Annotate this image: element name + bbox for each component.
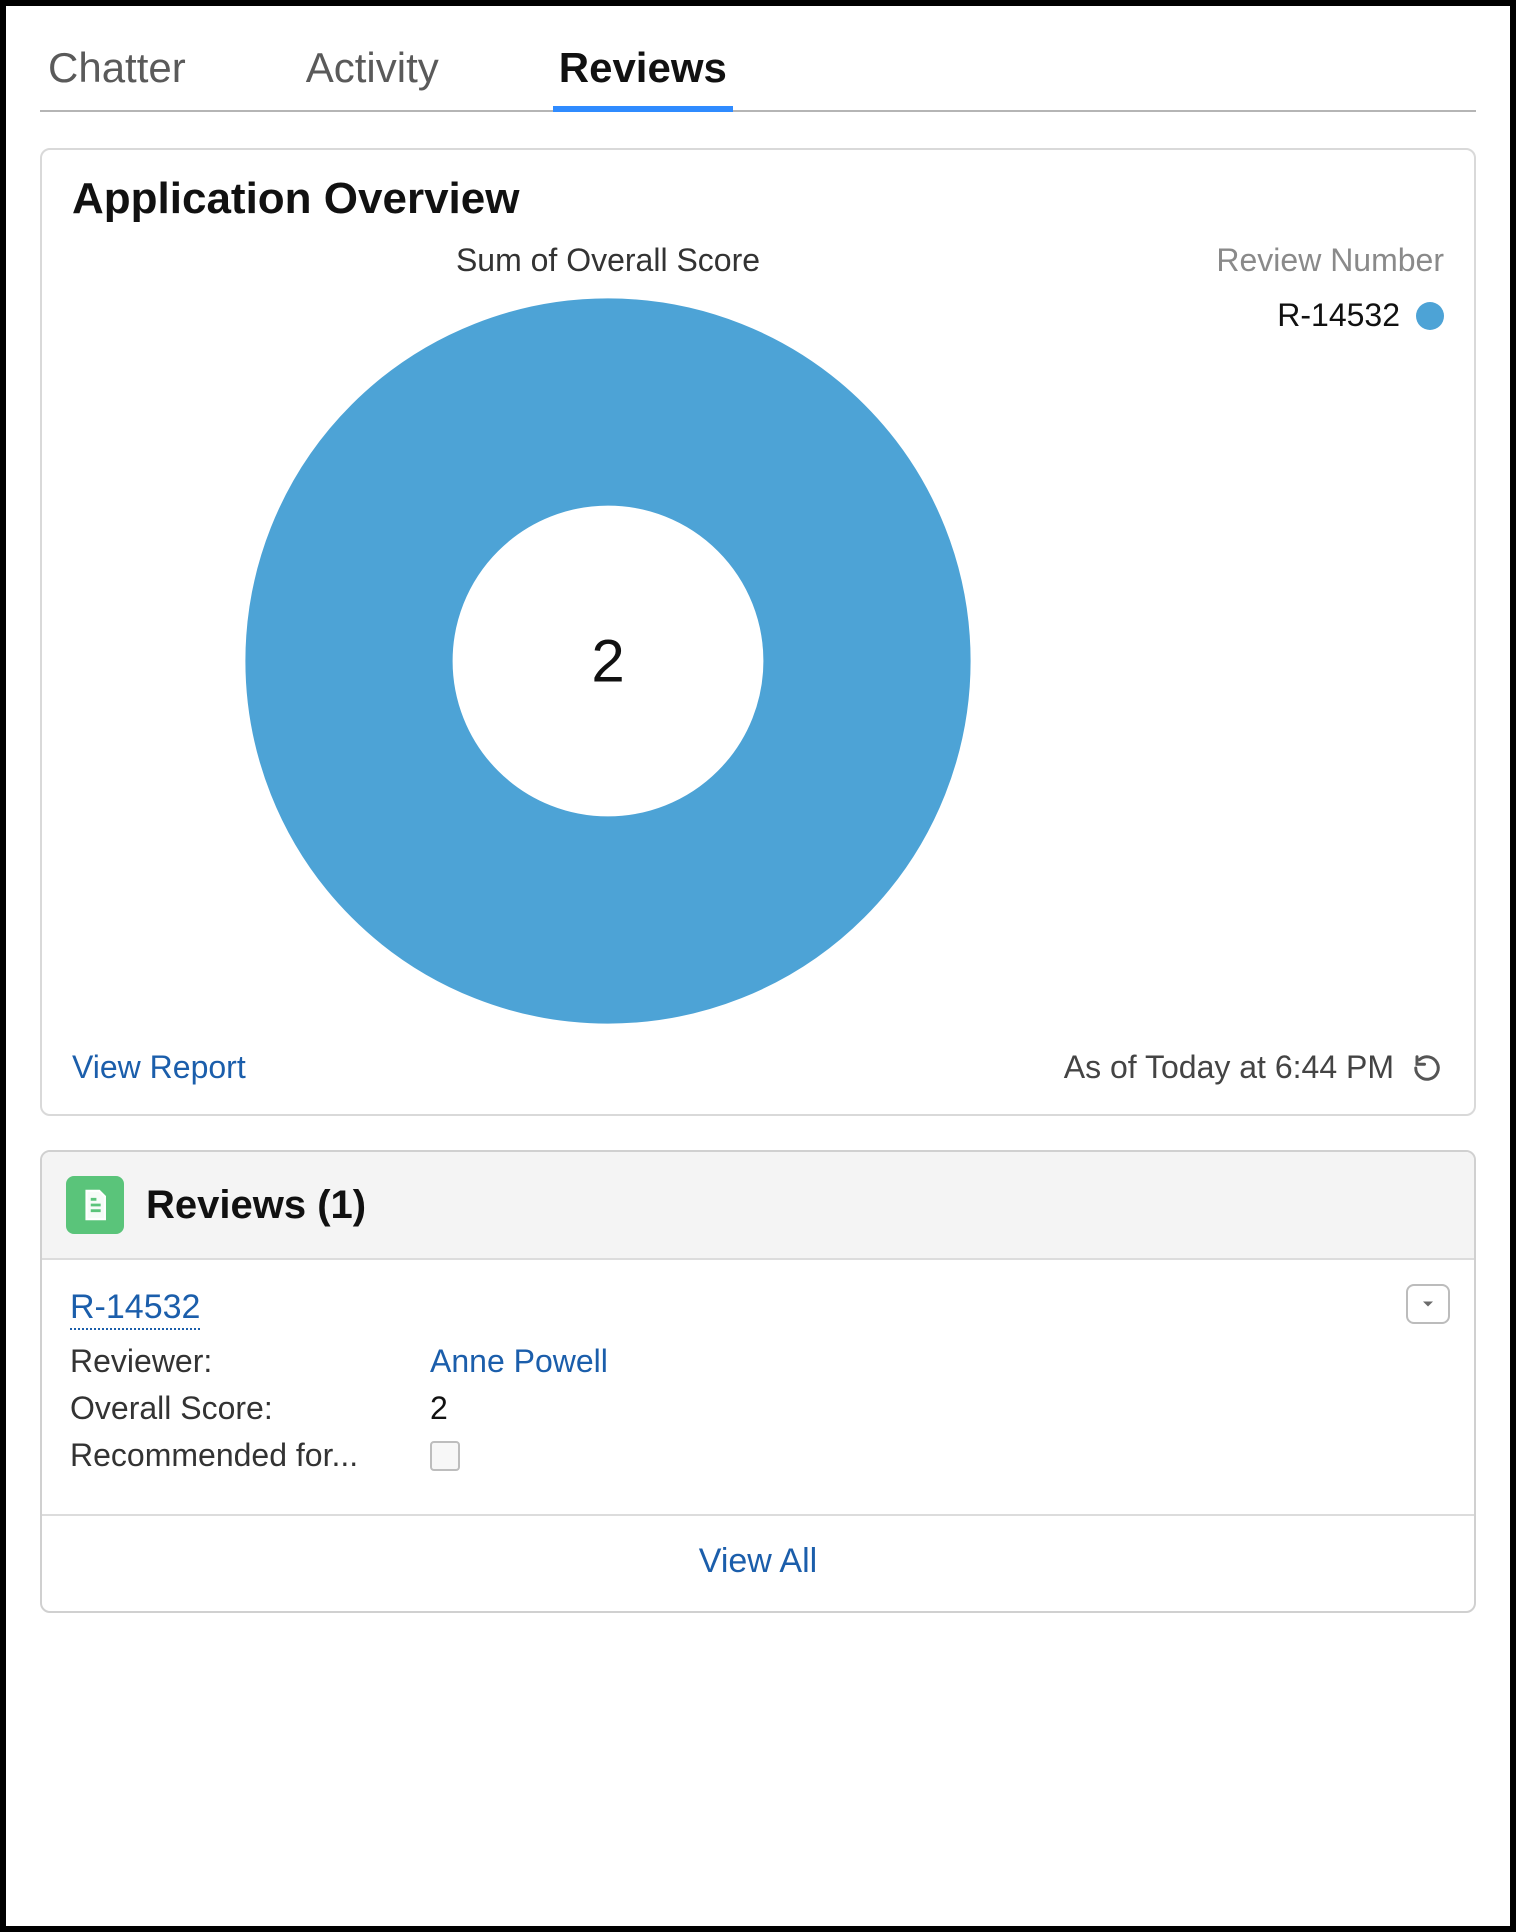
chart-label: Sum of Overall Score [72, 242, 1144, 279]
tab-bar: Chatter Activity Reviews [40, 34, 1476, 112]
related-header: Reviews (1) [42, 1152, 1474, 1260]
donut-chart[interactable]: 2 [238, 291, 978, 1031]
tab-chatter[interactable]: Chatter [48, 34, 186, 110]
field-label-score: Overall Score: [70, 1390, 430, 1427]
reviewer-link[interactable]: Anne Powell [430, 1343, 608, 1380]
field-list: Reviewer: Anne Powell Overall Score: 2 R… [70, 1343, 1446, 1474]
field-reviewer: Reviewer: Anne Powell [70, 1343, 1446, 1380]
application-overview-card: Application Overview Sum of Overall Scor… [40, 148, 1476, 1116]
related-footer: View All [42, 1516, 1474, 1611]
tab-reviews[interactable]: Reviews [559, 34, 727, 110]
reviews-icon [66, 1176, 124, 1234]
related-body: R-14532 Reviewer: Anne Powell Overall Sc… [42, 1260, 1474, 1516]
card-footer: View Report As of Today at 6:44 PM [72, 1049, 1444, 1086]
reviews-related-list: Reviews (1) R-14532 Reviewer: Anne Powel… [40, 1150, 1476, 1613]
view-all-link[interactable]: View All [699, 1542, 817, 1580]
chart-area: Sum of Overall Score 2 Review Number R-1… [72, 242, 1444, 1031]
row-menu-button[interactable] [1406, 1284, 1450, 1324]
field-label-reviewer: Reviewer: [70, 1343, 430, 1380]
chart-column: Sum of Overall Score 2 [72, 242, 1144, 1031]
field-label-recommended: Recommended for... [70, 1437, 430, 1474]
legend-header: Review Number [1144, 242, 1444, 279]
panel: Chatter Activity Reviews Application Ove… [0, 0, 1516, 1932]
legend: Review Number R-14532 [1144, 242, 1444, 334]
related-title: Reviews (1) [146, 1183, 366, 1228]
field-overall-score: Overall Score: 2 [70, 1390, 1446, 1427]
tab-activity[interactable]: Activity [306, 34, 439, 110]
donut-center-value: 2 [591, 627, 624, 696]
legend-swatch [1416, 302, 1444, 330]
view-report-link[interactable]: View Report [72, 1049, 246, 1086]
review-record-link[interactable]: R-14532 [70, 1288, 200, 1330]
field-recommended: Recommended for... [70, 1437, 1446, 1474]
asof-text: As of Today at 6:44 PM [1064, 1049, 1394, 1086]
legend-item-label: R-14532 [1277, 297, 1400, 334]
card-title: Application Overview [72, 174, 1444, 224]
field-value-score: 2 [430, 1390, 448, 1427]
refresh-icon[interactable] [1410, 1051, 1444, 1085]
footer-right: As of Today at 6:44 PM [1064, 1049, 1444, 1086]
recommended-checkbox[interactable] [430, 1441, 460, 1471]
legend-item[interactable]: R-14532 [1144, 297, 1444, 334]
